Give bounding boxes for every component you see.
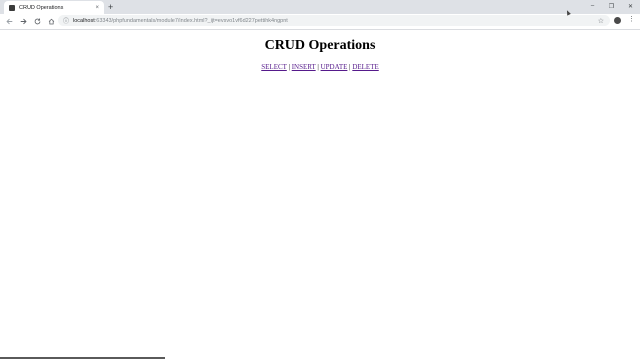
window-controls: – ❐ ✕ [583, 0, 640, 14]
browser-window: CRUD Operations × + – ❐ ✕ ⓘ localhost:63… [0, 0, 640, 360]
browser-tab[interactable]: CRUD Operations × [4, 1, 104, 14]
new-tab-button[interactable]: + [108, 2, 113, 12]
url-path: :63343/phpfundamentals/module7/index.htm… [94, 17, 288, 24]
maximize-button[interactable]: ❐ [602, 0, 621, 12]
delete-link[interactable]: DELETE [352, 63, 378, 71]
progress-line [0, 357, 165, 359]
address-bar[interactable]: ⓘ localhost:63343/phpfundamentals/module… [58, 15, 610, 26]
forward-arrow-icon[interactable] [17, 15, 30, 28]
update-link[interactable]: UPDATE [321, 63, 348, 71]
page-content: CRUD Operations SELECT | INSERT | UPDATE… [0, 30, 640, 360]
page-title: CRUD Operations [264, 38, 376, 53]
url-host: localhost [73, 17, 95, 24]
url-text[interactable]: localhost:63343/phpfundamentals/module7/… [73, 18, 288, 24]
profile-avatar[interactable] [614, 17, 621, 24]
tab-strip: CRUD Operations × + – ❐ ✕ [0, 0, 640, 14]
minimize-button[interactable]: – [583, 0, 602, 12]
separator: | [288, 63, 290, 71]
insert-link[interactable]: INSERT [292, 63, 316, 71]
menu-icon[interactable]: ⋮ [628, 15, 635, 23]
crud-nav: SELECT | INSERT | UPDATE | DELETE [0, 63, 640, 71]
reload-icon[interactable] [31, 15, 44, 28]
favicon-icon [9, 4, 15, 11]
home-icon[interactable] [45, 15, 58, 28]
star-icon[interactable]: ☆ [598, 17, 604, 25]
select-link[interactable]: SELECT [261, 63, 287, 71]
back-arrow-icon[interactable] [3, 15, 16, 28]
info-icon[interactable]: ⓘ [63, 16, 69, 25]
separator: | [349, 63, 351, 71]
tab-close-icon[interactable]: × [95, 5, 99, 11]
browser-toolbar: ⓘ localhost:63343/phpfundamentals/module… [0, 14, 640, 30]
tab-title: CRUD Operations [19, 4, 64, 11]
close-window-button[interactable]: ✕ [621, 0, 640, 12]
separator: | [317, 63, 319, 71]
